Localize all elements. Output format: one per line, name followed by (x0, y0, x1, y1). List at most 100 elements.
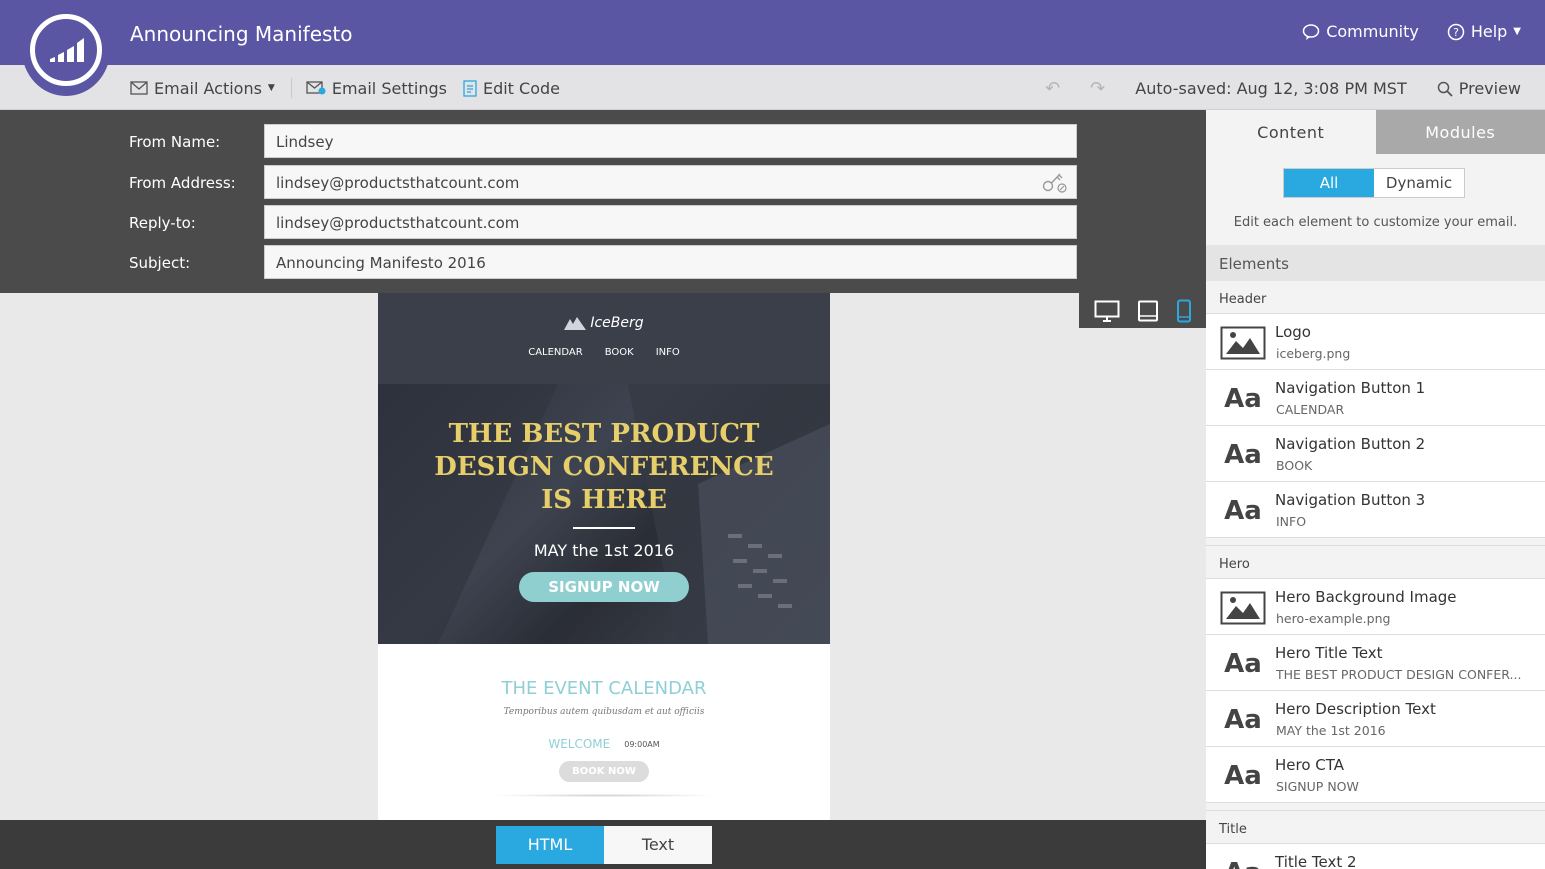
email-preview[interactable]: IceBerg CALENDAR BOOK INFO THE BEST PROD… (378, 293, 830, 820)
tab-text[interactable]: Text (604, 826, 712, 864)
element-hero-cta[interactable]: Aa Hero CTA SIGNUP NOW (1206, 747, 1545, 803)
hero-title[interactable]: THE BEST PRODUCT DESIGN CONFERENCE IS HE… (378, 384, 830, 517)
redo-icon[interactable]: ↷ (1090, 78, 1105, 99)
reply-to-row: Reply-to: lindsey@productsthatcount.com (0, 205, 1206, 241)
group-spacer (1206, 803, 1545, 811)
element-value: BOOK (1276, 458, 1313, 473)
tab-html[interactable]: HTML (496, 826, 604, 864)
app-logo[interactable] (22, 4, 110, 96)
image-icon (1220, 326, 1266, 360)
element-value: SIGNUP NOW (1276, 779, 1359, 794)
edit-code-label: Edit Code (482, 78, 560, 98)
top-right-nav: Community ? Help ▼ (1302, 22, 1521, 41)
element-name: Navigation Button 1 (1275, 379, 1426, 397)
element-hero-title-text[interactable]: Aa Hero Title Text THE BEST PRODUCT DESI… (1206, 635, 1545, 691)
mobile-view-icon[interactable] (1176, 299, 1192, 323)
from-name-row: From Name: Lindsey (0, 124, 1206, 160)
sidebar-hint: Edit each element to customize your emai… (1233, 215, 1518, 230)
subject-row: Subject: Announcing Manifesto 2016 (0, 245, 1206, 281)
element-name: Hero Title Text (1275, 644, 1383, 662)
caret-down-icon: ▼ (1513, 26, 1521, 37)
email-settings-button[interactable]: Email Settings (306, 79, 463, 98)
hero-cta-button[interactable]: SIGNUP NOW (519, 572, 689, 602)
text-icon: Aa (1224, 761, 1262, 791)
edit-code-button[interactable]: Edit Code (463, 79, 576, 98)
tab-content[interactable]: Content (1206, 110, 1376, 154)
email-nav-info[interactable]: INFO (656, 347, 680, 358)
brand-name: IceBerg (590, 315, 644, 331)
group-title: Title (1206, 811, 1545, 844)
help-label: Help (1470, 22, 1508, 41)
from-address-value: lindsey@productsthatcount.com (276, 174, 520, 192)
key-icon[interactable] (1042, 171, 1068, 193)
toolbar: Email Actions ▼ Email Settings Edit Code… (0, 65, 1545, 110)
from-address-field[interactable]: lindsey@productsthatcount.com (264, 165, 1077, 199)
event-time[interactable]: 09:00AM (624, 740, 659, 749)
element-hero-description-text[interactable]: Aa Hero Description Text MAY the 1st 201… (1206, 691, 1545, 747)
tablet-view-icon[interactable] (1137, 300, 1159, 322)
email-logo[interactable]: IceBerg (378, 293, 830, 331)
tab-modules[interactable]: Modules (1375, 110, 1545, 154)
element-name: Hero CTA (1275, 756, 1345, 774)
preview-button[interactable]: Preview (1437, 79, 1521, 98)
envelope-settings-icon (306, 81, 326, 95)
from-address-label: From Address: (129, 174, 236, 192)
calendar-title[interactable]: THE EVENT CALENDAR (378, 678, 830, 699)
subject-field[interactable]: Announcing Manifesto 2016 (264, 245, 1077, 279)
toolbar-divider (290, 78, 292, 98)
email-hero[interactable]: THE BEST PRODUCT DESIGN CONFERENCE IS HE… (378, 384, 830, 644)
community-label: Community (1326, 22, 1419, 41)
help-menu[interactable]: ? Help ▼ (1447, 22, 1521, 41)
email-nav-calendar[interactable]: CALENDAR (528, 347, 583, 358)
bar-chart-logo-icon (50, 38, 84, 62)
element-name: Hero Description Text (1275, 700, 1436, 718)
text-icon: Aa (1224, 440, 1262, 470)
sidebar-tabs: Content Modules (1206, 110, 1545, 154)
email-nav-book[interactable]: BOOK (605, 347, 634, 358)
text-icon: Aa (1224, 496, 1262, 526)
section-divider (489, 794, 719, 797)
element-hero-background-image[interactable]: Hero Background Image hero-example.png (1206, 579, 1545, 635)
hero-title-line-1: THE BEST PRODUCT (448, 419, 760, 449)
email-actions-menu[interactable]: Email Actions ▼ (130, 79, 291, 98)
filter-dynamic[interactable]: Dynamic (1374, 169, 1464, 197)
element-navigation-button-3[interactable]: Aa Navigation Button 3 INFO (1206, 482, 1545, 538)
email-header: IceBerg CALENDAR BOOK INFO (378, 293, 830, 384)
email-calendar-section: THE EVENT CALENDAR Temporibus autem quib… (378, 644, 830, 797)
element-value: iceberg.png (1276, 346, 1351, 361)
hero-divider (573, 527, 635, 529)
element-title-text-2[interactable]: Aa Title Text 2 (1206, 844, 1545, 869)
reply-to-label: Reply-to: (129, 214, 196, 232)
element-navigation-button-2[interactable]: Aa Navigation Button 2 BOOK (1206, 426, 1545, 482)
filter-all[interactable]: All (1284, 169, 1374, 197)
group-hero: Hero (1206, 546, 1545, 579)
element-logo[interactable]: Logo iceberg.png (1206, 314, 1545, 370)
calendar-subtitle[interactable]: Temporibus autem quibusdam et aut offici… (378, 707, 830, 717)
element-value: MAY the 1st 2016 (1276, 723, 1386, 738)
format-tabs: HTML Text (496, 826, 712, 864)
book-now-button[interactable]: BOOK NOW (559, 761, 649, 782)
text-icon: Aa (1224, 649, 1262, 679)
community-link[interactable]: Community (1302, 22, 1419, 41)
text-icon: Aa (1220, 856, 1266, 869)
text-icon: Aa (1224, 384, 1262, 414)
reply-to-field[interactable]: lindsey@productsthatcount.com (264, 205, 1077, 239)
hero-date[interactable]: MAY the 1st 2016 (378, 541, 830, 560)
element-value: hero-example.png (1276, 611, 1391, 626)
elements-heading: Elements (1206, 245, 1545, 281)
bottom-bar: HTML Text (0, 820, 1206, 869)
element-navigation-button-1[interactable]: Aa Navigation Button 1 CALENDAR (1206, 370, 1545, 426)
help-icon: ? (1447, 23, 1465, 40)
element-value: INFO (1276, 514, 1307, 529)
desktop-view-icon[interactable] (1094, 300, 1120, 322)
hero-title-line-3: IS HERE (541, 485, 667, 515)
app-title: Announcing Manifesto (130, 22, 353, 46)
from-name-label: From Name: (129, 133, 221, 151)
email-settings-label: Email Settings (331, 78, 447, 98)
element-name: Navigation Button 3 (1275, 491, 1426, 509)
from-name-field[interactable]: Lindsey (264, 124, 1077, 158)
element-filter: All Dynamic (1283, 168, 1465, 198)
event-name[interactable]: WELCOME (548, 737, 610, 751)
element-name: Navigation Button 2 (1275, 435, 1426, 453)
undo-icon[interactable]: ↶ (1045, 78, 1060, 99)
